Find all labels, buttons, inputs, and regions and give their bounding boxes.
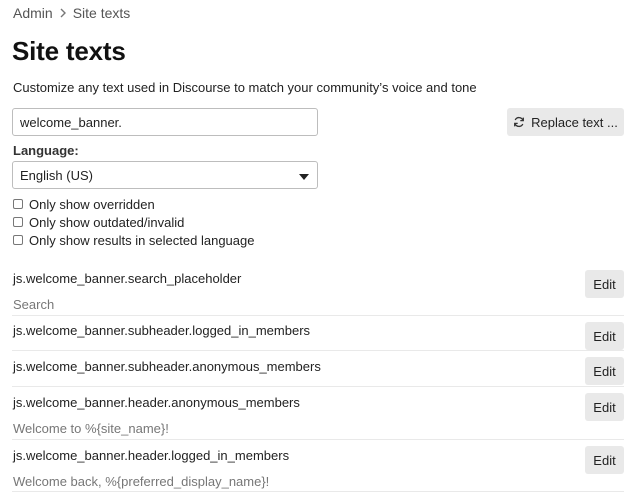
checkbox[interactable] bbox=[13, 235, 23, 245]
caret-down-icon bbox=[299, 168, 309, 183]
checkbox[interactable] bbox=[13, 199, 23, 209]
site-text-key: js.welcome_banner.header.anonymous_membe… bbox=[13, 395, 300, 410]
site-text-results: js.welcome_banner.search_placeholder Sea… bbox=[12, 264, 624, 492]
site-text-key: js.welcome_banner.header.logged_in_membe… bbox=[13, 448, 290, 463]
site-text-key: js.welcome_banner.subheader.anonymous_me… bbox=[13, 359, 321, 374]
site-text-row: js.welcome_banner.header.anonymous_membe… bbox=[12, 387, 624, 440]
edit-button[interactable]: Edit bbox=[585, 446, 624, 474]
replace-text-label: Replace text ... bbox=[531, 114, 618, 130]
site-text-value: Welcome to %{site_name}! bbox=[13, 421, 169, 436]
filter-overridden[interactable]: Only show overridden bbox=[13, 195, 254, 213]
checkbox-label: Only show results in selected language bbox=[29, 232, 255, 248]
edit-button[interactable]: Edit bbox=[585, 322, 624, 350]
site-text-value: Welcome back, %{preferred_display_name}! bbox=[13, 474, 270, 489]
site-text-row: js.welcome_banner.header.logged_in_membe… bbox=[12, 440, 624, 492]
checkbox-label: Only show outdated/invalid bbox=[29, 214, 185, 230]
language-label: Language: bbox=[13, 143, 79, 158]
site-text-row: js.welcome_banner.subheader.logged_in_me… bbox=[12, 316, 624, 351]
edit-button[interactable]: Edit bbox=[585, 270, 624, 298]
page-description: Customize any text used in Discourse to … bbox=[13, 80, 477, 95]
language-select[interactable]: English (US) bbox=[12, 161, 318, 189]
breadcrumb-admin-link[interactable]: Admin bbox=[13, 5, 53, 21]
breadcrumb: Admin Site texts bbox=[13, 5, 130, 21]
site-text-value: Search bbox=[13, 297, 55, 312]
filter-selected-language[interactable]: Only show results in selected language bbox=[13, 231, 254, 249]
edit-button[interactable]: Edit bbox=[585, 357, 624, 385]
language-selected-value: English (US) bbox=[20, 167, 93, 183]
edit-button[interactable]: Edit bbox=[585, 393, 624, 421]
search-input[interactable] bbox=[12, 108, 318, 136]
filter-outdated[interactable]: Only show outdated/invalid bbox=[13, 213, 254, 231]
sync-icon bbox=[513, 116, 525, 128]
site-text-row: js.welcome_banner.subheader.anonymous_me… bbox=[12, 351, 624, 387]
site-text-row: js.welcome_banner.search_placeholder Sea… bbox=[12, 264, 624, 316]
replace-text-button[interactable]: Replace text ... bbox=[507, 108, 624, 136]
site-text-key: js.welcome_banner.subheader.logged_in_me… bbox=[13, 323, 311, 338]
site-text-key: js.welcome_banner.search_placeholder bbox=[13, 271, 242, 286]
chevron-right-icon bbox=[59, 8, 67, 18]
breadcrumb-current: Site texts bbox=[72, 5, 131, 21]
checkbox-label: Only show overridden bbox=[29, 196, 155, 212]
checkbox[interactable] bbox=[13, 217, 23, 227]
filter-checkboxes: Only show overridden Only show outdated/… bbox=[13, 195, 254, 249]
page-title: Site texts bbox=[12, 36, 126, 66]
